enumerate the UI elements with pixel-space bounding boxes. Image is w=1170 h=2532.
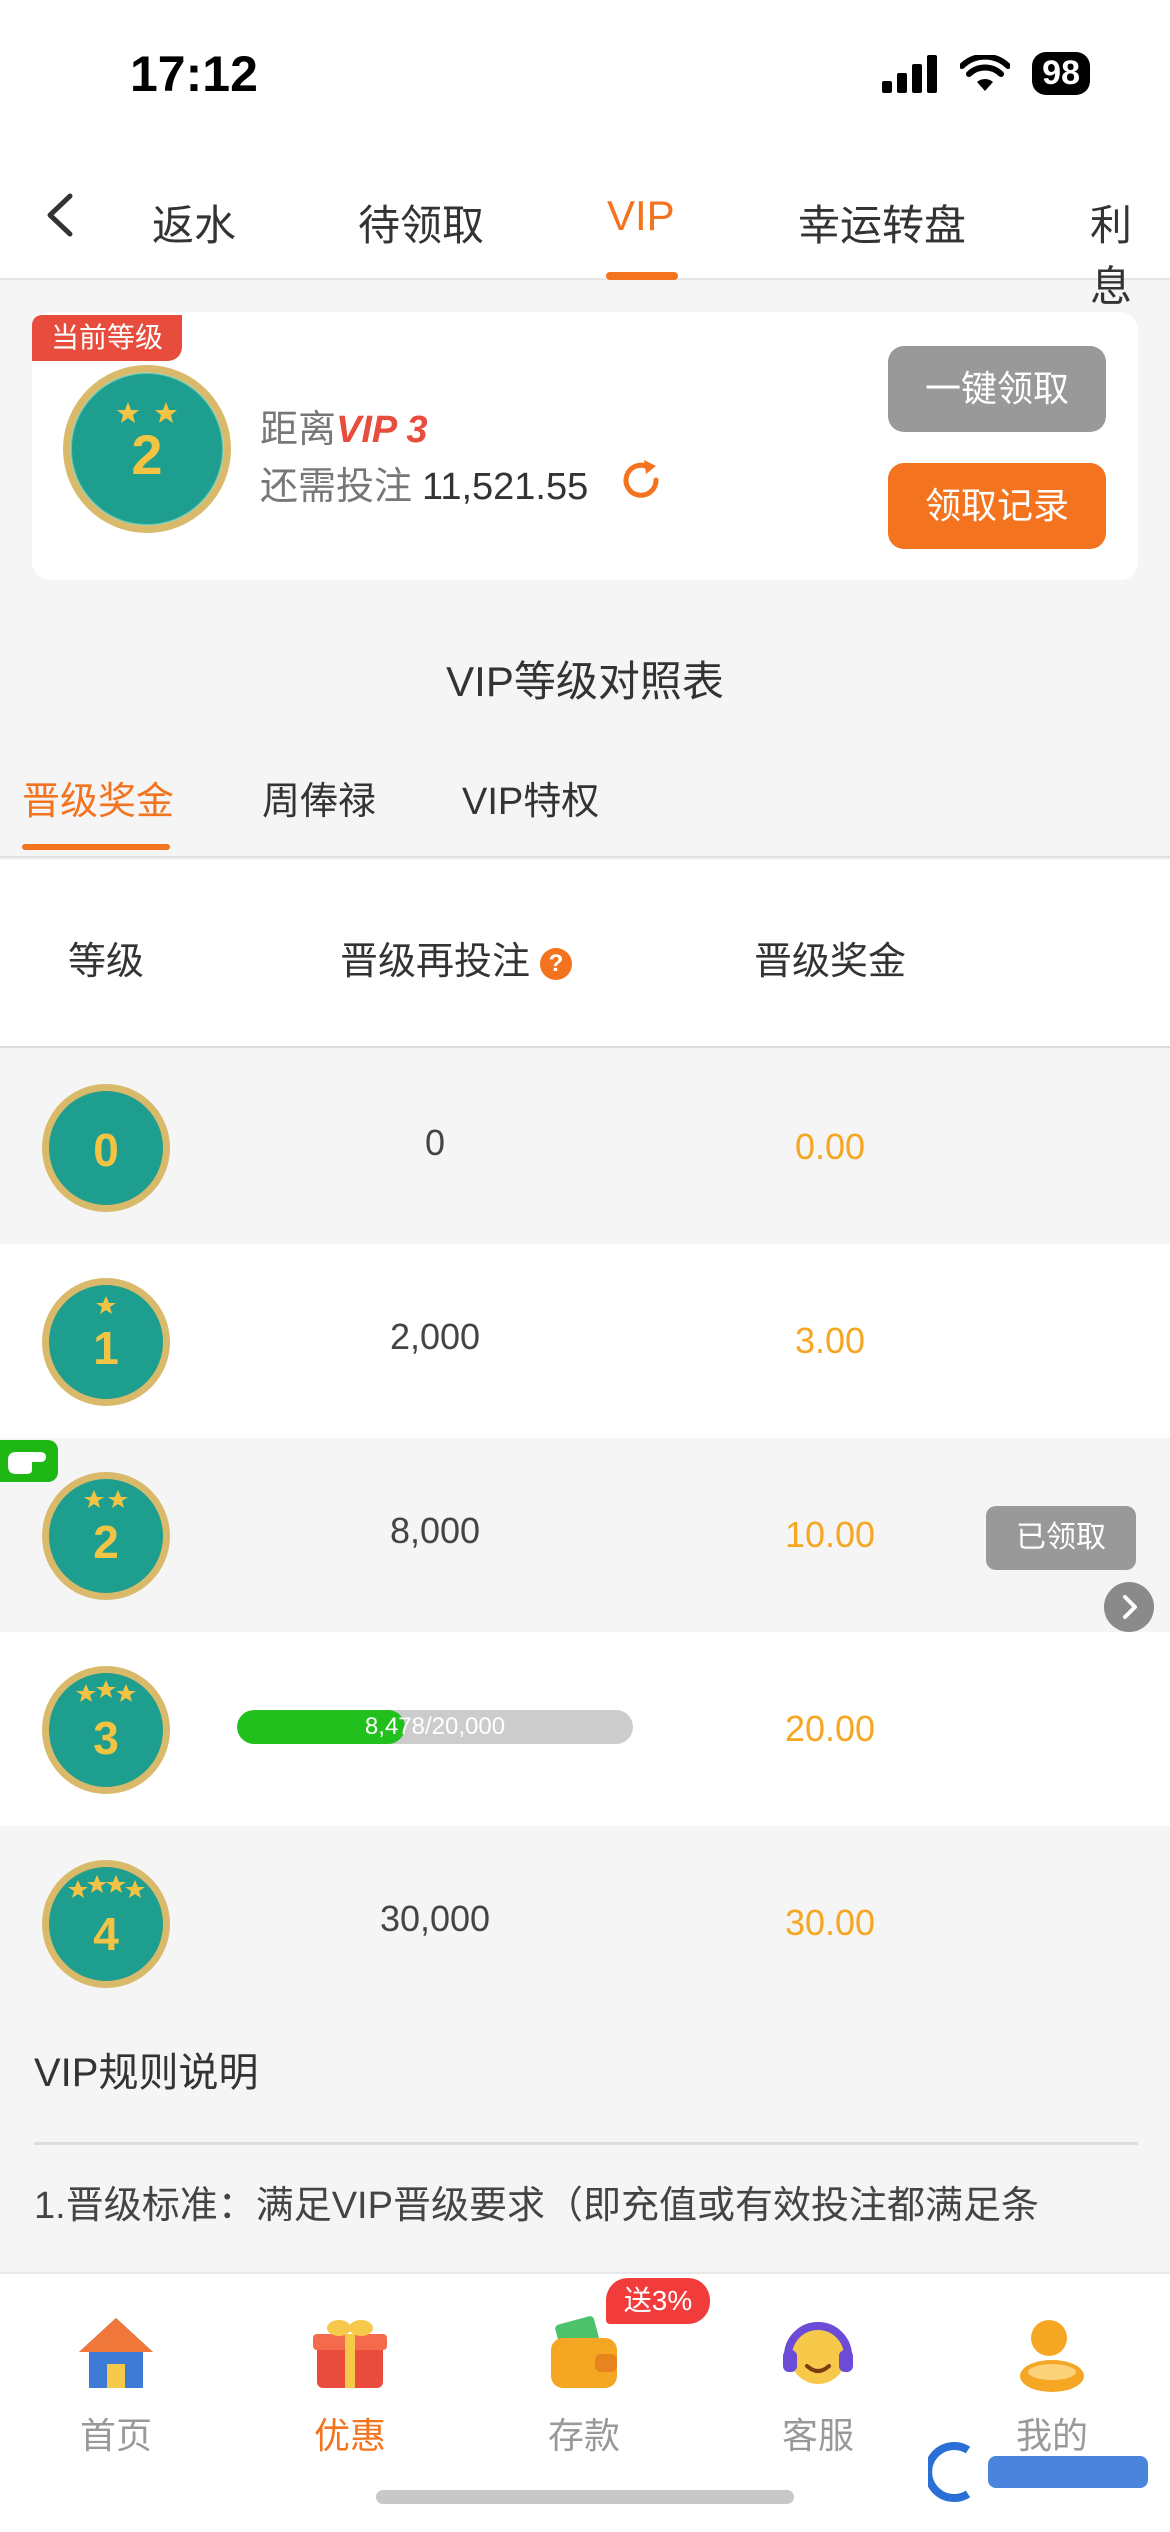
header-bonus: 晋级奖金 <box>754 941 907 983</box>
claim-all-button[interactable]: 一键领取 <box>888 346 1106 432</box>
subtab-weekly-salary[interactable]: 周俸禄 <box>262 770 376 825</box>
need-bet-value: 11,521.55 <box>422 466 589 508</box>
status-time: 17:12 <box>130 46 258 102</box>
progress-text: 8,478/20,000 <box>364 1713 506 1740</box>
chevron-right-icon[interactable] <box>1104 1582 1154 1632</box>
badge-level-number: 2 <box>131 423 162 486</box>
bet-progress-bar: 8,478/20,000 <box>237 1710 633 1744</box>
vip-badge-current: 2 <box>60 362 234 541</box>
table-header: 等级 晋级再投注? 晋级奖金 <box>0 860 1170 1048</box>
tab-vip[interactable]: VIP <box>607 192 675 240</box>
need-bet-label: 还需投注 <box>260 466 413 508</box>
need-bet-line: 还需投注 11,521.55 <box>260 455 588 510</box>
tab-lucky-wheel[interactable]: 幸运转盘 <box>798 192 966 253</box>
tab-interest[interactable]: 利息 <box>1090 192 1170 314</box>
current-level-tag: 当前等级 <box>32 315 182 361</box>
header-bet: 晋级再投注? <box>340 930 573 985</box>
refresh-icon[interactable] <box>618 457 664 503</box>
row-level-number: 3 <box>93 1712 119 1764</box>
subtab-promotion-bonus[interactable]: 晋级奖金 <box>22 770 174 825</box>
subtab-indicator <box>22 844 170 850</box>
vip-subtabs: 晋级奖金 周俸禄 VIP特权 <box>0 740 1170 858</box>
row-level-number: 2 <box>93 1516 119 1568</box>
signal-icon <box>882 54 938 93</box>
headset-icon <box>783 2322 853 2384</box>
vip-medal-icon: 3 <box>42 1666 170 1794</box>
nav-home[interactable]: 首页 <box>26 2310 206 2459</box>
wifi-icon <box>960 54 1011 91</box>
gift-icon <box>313 2320 387 2388</box>
row-bet: 2,000 <box>389 1316 481 1357</box>
home-indicator <box>376 2490 794 2504</box>
vip-1-badge: 1 <box>40 1276 172 1413</box>
user-icon <box>1020 2320 1084 2392</box>
vip-3-badge: 3 <box>40 1664 172 1801</box>
nav-support[interactable]: 客服 <box>728 2310 908 2459</box>
row-bonus: 0.00 <box>794 1126 866 1167</box>
vip-0-badge: 0 <box>40 1082 172 1219</box>
distance-line: 距离VIP 3 <box>260 398 428 453</box>
rules-divider <box>34 2142 1138 2145</box>
tab-indicator <box>606 272 678 280</box>
tab-header: 返水 待领取 VIP 幸运转盘 利息 <box>0 150 1170 310</box>
deposit-promo-badge: 送3% <box>606 2278 710 2324</box>
nav-promotions-label: 优惠 <box>313 2415 386 2456</box>
table-row: 4 30,000 30.00 <box>0 1826 1170 2020</box>
vip-medal-icon: 1 <box>42 1278 170 1406</box>
table-row: 1 2,000 3.00 <box>0 1244 1170 1438</box>
row-level-number: 1 <box>93 1322 119 1374</box>
nav-support-label: 客服 <box>781 2415 854 2456</box>
claim-record-button[interactable]: 领取记录 <box>888 463 1106 549</box>
nav-home-label: 首页 <box>79 2415 152 2456</box>
next-vip-level: VIP 3 <box>336 409 428 451</box>
vip-4-badge: 4 <box>40 1858 172 1995</box>
hand-pointer-icon <box>0 1440 58 1482</box>
home-icon <box>79 2318 153 2388</box>
vip-medal-icon: 2 <box>63 365 231 533</box>
watermark-logo <box>928 2442 1148 2502</box>
distance-label: 距离 <box>260 409 337 451</box>
nav-deposit[interactable]: 存款 <box>494 2310 674 2459</box>
vip-medal-icon: 0 <box>42 1084 170 1212</box>
tab-fanshui[interactable]: 返水 <box>152 192 236 253</box>
vip-2-badge: 2 <box>40 1470 172 1607</box>
tab-pending[interactable]: 待领取 <box>358 192 484 253</box>
status-icons: 98 <box>882 52 1090 95</box>
vip-table-title: VIP等级对照表 <box>446 658 724 705</box>
header-level: 等级 <box>68 941 145 983</box>
header-bet-label: 晋级再投注 <box>340 941 531 983</box>
nav-promotions[interactable]: 优惠 <box>260 2310 440 2459</box>
subtab-vip-privileges[interactable]: VIP特权 <box>462 770 599 825</box>
vip-medal-icon: 2 <box>42 1472 170 1600</box>
status-bar: 17:12 98 <box>0 0 1170 150</box>
row-bonus: 10.00 <box>784 1514 876 1555</box>
rules-text: 1.晋级标准：满足VIP晋级要求（即充值或有效投注都满足条 <box>34 2185 1039 2227</box>
help-icon[interactable]: ? <box>540 947 573 980</box>
row-level-number: 4 <box>93 1908 119 1960</box>
battery-indicator: 98 <box>1032 52 1090 95</box>
back-arrow-icon[interactable] <box>40 190 80 240</box>
row-bet: 8,000 <box>389 1510 481 1551</box>
received-button[interactable]: 已领取 <box>986 1506 1136 1570</box>
vip-medal-icon: 4 <box>42 1860 170 1988</box>
row-bonus: 30.00 <box>784 1902 876 1943</box>
row-level-number: 0 <box>93 1124 119 1176</box>
row-bet: 30,000 <box>379 1898 491 1939</box>
table-row: 0 0 0.00 <box>0 1050 1170 1244</box>
row-bonus: 3.00 <box>794 1320 866 1361</box>
nav-profile[interactable]: 我的 <box>962 2310 1142 2459</box>
row-bonus: 20.00 <box>784 1708 876 1749</box>
row-bet: 0 <box>424 1122 446 1163</box>
rules-title: VIP规则说明 <box>34 2051 259 2095</box>
nav-deposit-label: 存款 <box>547 2415 620 2456</box>
